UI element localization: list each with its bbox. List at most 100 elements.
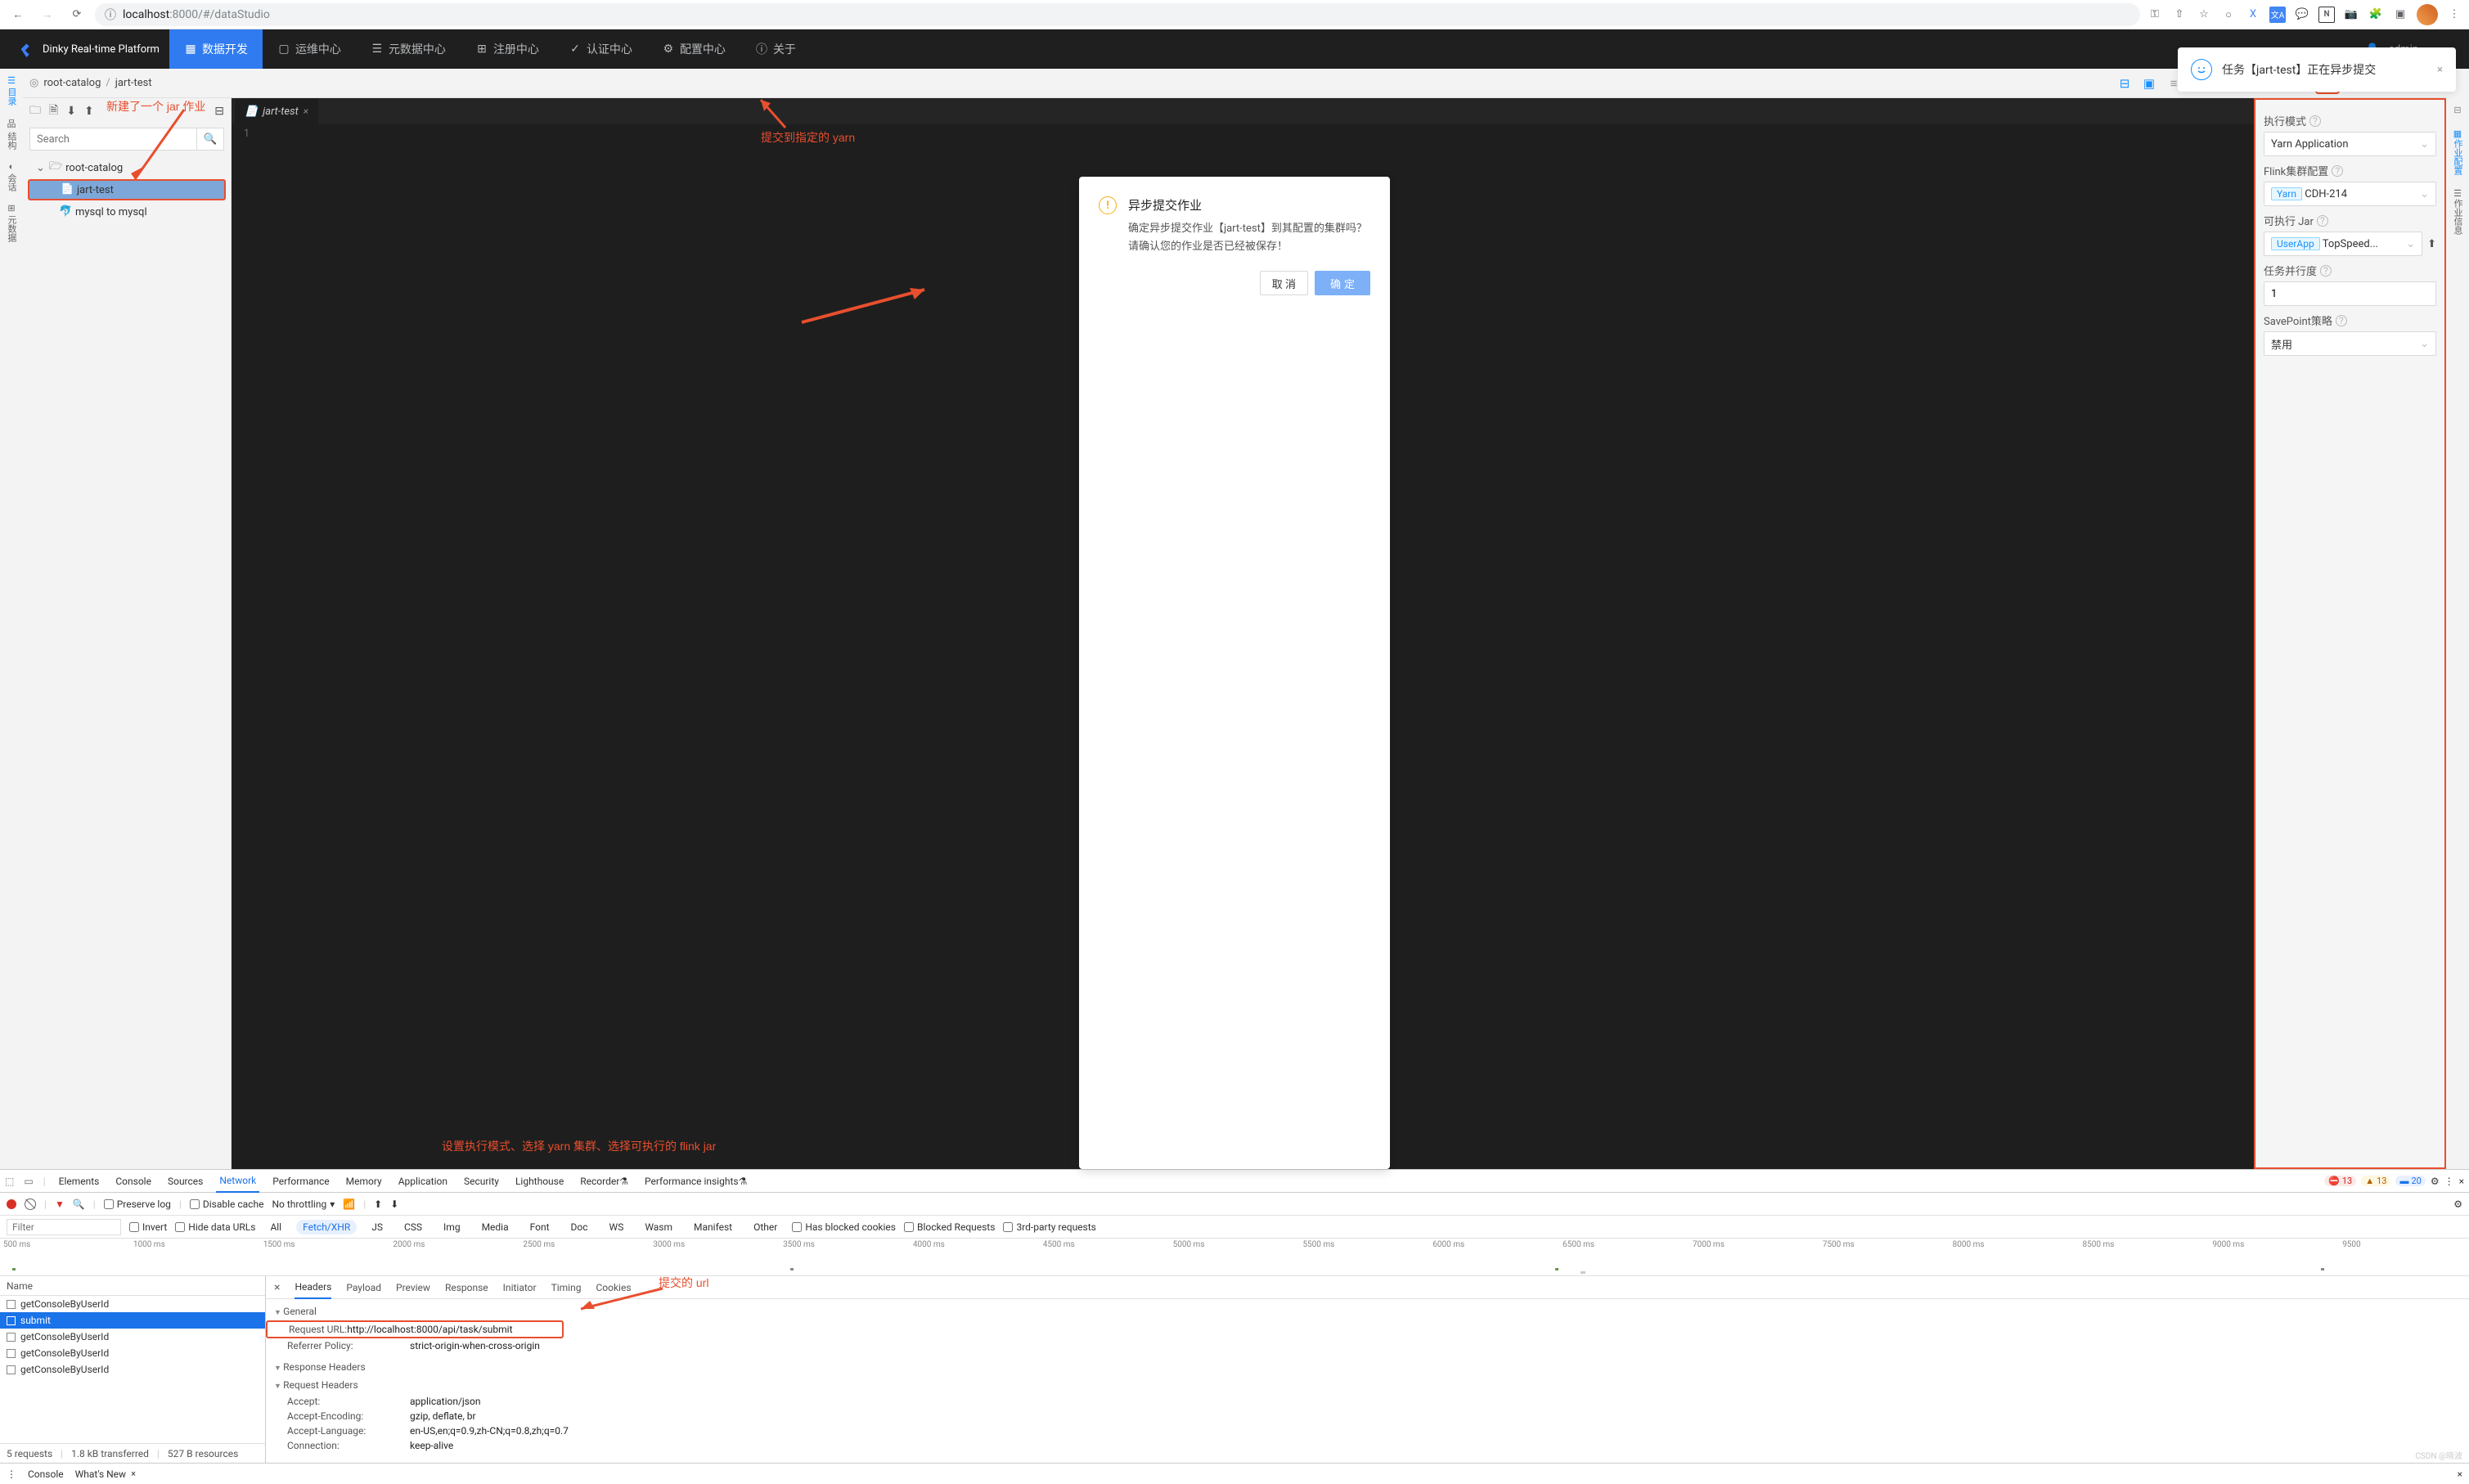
- dt-tab-sources[interactable]: Sources: [164, 1170, 206, 1193]
- nav-data-dev[interactable]: ▦数据开发: [169, 29, 263, 69]
- chrome-menu-icon[interactable]: ⋮: [2446, 7, 2462, 23]
- help-icon[interactable]: ?: [2320, 265, 2332, 277]
- site-info-icon[interactable]: ⓘ: [105, 7, 116, 23]
- dt-close-icon[interactable]: ×: [2459, 1176, 2464, 1187]
- detail-tab-cookies[interactable]: Cookies: [596, 1276, 631, 1299]
- share-icon[interactable]: ⇧: [2171, 7, 2188, 23]
- filter-input[interactable]: [7, 1219, 121, 1235]
- rail-catalog[interactable]: ☰目录: [5, 75, 18, 106]
- error-badge[interactable]: ⛔ 13: [2324, 1176, 2356, 1186]
- tree-search-button[interactable]: 🔍: [196, 128, 224, 151]
- help-icon[interactable]: ?: [2309, 115, 2321, 127]
- cluster-select[interactable]: Yarn CDH-214⌄: [2264, 182, 2436, 206]
- rail-structure[interactable]: 品结构: [5, 117, 18, 150]
- req-list-header[interactable]: Name: [0, 1276, 265, 1296]
- nav-config[interactable]: ⚙配置中心: [647, 29, 740, 69]
- tab-close-icon[interactable]: ×: [304, 106, 308, 117]
- type-other[interactable]: Other: [747, 1220, 784, 1234]
- dt-tab-recorder[interactable]: Recorder ⚗: [577, 1170, 632, 1193]
- request-row[interactable]: getConsoleByUserId: [0, 1296, 265, 1312]
- notion-icon[interactable]: N: [2318, 7, 2335, 23]
- timeline[interactable]: 500 ms1000 ms1500 ms2000 ms2500 ms3000 m…: [0, 1239, 2469, 1276]
- parallel-input[interactable]: [2264, 281, 2436, 306]
- rail-metadata[interactable]: ⊞元数据: [5, 203, 18, 242]
- nav-ops[interactable]: ▢运维中心: [263, 29, 356, 69]
- section-response-headers[interactable]: Response Headers: [266, 1358, 2469, 1376]
- jar-select[interactable]: UserApp TopSpeed...⌄: [2264, 232, 2422, 256]
- nav-metadata[interactable]: ☰元数据中心: [356, 29, 461, 69]
- dt-settings-icon[interactable]: ⚙: [2431, 1176, 2440, 1187]
- bookmark-icon[interactable]: ☆: [2196, 7, 2212, 23]
- rail-job-info[interactable]: ☰作业信息: [2451, 188, 2464, 235]
- inspect-icon[interactable]: ⬚: [5, 1176, 14, 1187]
- net-settings-icon[interactable]: ⚙: [2453, 1198, 2462, 1210]
- type-wasm[interactable]: Wasm: [638, 1220, 679, 1234]
- reload-button[interactable]: ⟳: [65, 3, 88, 26]
- request-row[interactable]: getConsoleByUserId: [0, 1345, 265, 1361]
- type-fetch-xhr[interactable]: Fetch/XHR: [296, 1220, 357, 1234]
- type-manifest[interactable]: Manifest: [687, 1220, 739, 1234]
- request-row[interactable]: getConsoleByUserId: [0, 1361, 265, 1378]
- ext2-icon[interactable]: X: [2245, 7, 2261, 23]
- breadcrumb-current[interactable]: jart-test: [115, 77, 152, 89]
- dt-tab-console[interactable]: Console: [112, 1170, 155, 1193]
- request-row[interactable]: submit: [0, 1312, 265, 1329]
- breadcrumb-root[interactable]: root-catalog: [43, 77, 101, 89]
- hide-data-checkbox[interactable]: Hide data URLs: [175, 1221, 255, 1233]
- help-icon[interactable]: ?: [2317, 215, 2328, 227]
- tree-item-mysql[interactable]: 🐬 mysql to mysql: [23, 201, 231, 223]
- detail-tab-payload[interactable]: Payload: [346, 1276, 381, 1299]
- drawer-menu-icon[interactable]: ⋮: [7, 1468, 16, 1480]
- type-media[interactable]: Media: [475, 1220, 515, 1234]
- rail-job-config[interactable]: ▦作业配置: [2451, 128, 2464, 175]
- detail-tab-response[interactable]: Response: [445, 1276, 488, 1299]
- preserve-log-checkbox[interactable]: Preserve log: [104, 1198, 171, 1210]
- address-bar[interactable]: ⓘ localhost:8000/#/dataStudio: [95, 3, 2140, 26]
- upload-har-icon[interactable]: ⬆: [374, 1198, 382, 1210]
- clear-button[interactable]: [25, 1198, 36, 1210]
- dt-menu-icon[interactable]: ⋮: [2444, 1176, 2454, 1187]
- type-js[interactable]: JS: [365, 1220, 389, 1234]
- editor-tab-jart-test[interactable]: 📄 jart-test ×: [235, 98, 318, 124]
- drawer-close-icon[interactable]: ×: [2458, 1468, 2462, 1480]
- type-font[interactable]: Font: [524, 1220, 556, 1234]
- wifi-icon[interactable]: 📶: [343, 1198, 355, 1210]
- upload-icon[interactable]: ⬇: [66, 105, 76, 118]
- detail-tab-headers[interactable]: Headers: [295, 1276, 331, 1299]
- nav-about[interactable]: ⓘ关于: [740, 29, 811, 69]
- type-ws[interactable]: WS: [603, 1220, 631, 1234]
- savepoint-select[interactable]: 禁用⌄: [2264, 331, 2436, 356]
- drawer-console[interactable]: Console: [28, 1468, 64, 1480]
- blocked-cookies-checkbox[interactable]: Has blocked cookies: [792, 1221, 896, 1233]
- tree-search-input[interactable]: [29, 128, 196, 151]
- device-icon[interactable]: ▭: [24, 1176, 33, 1187]
- help-icon[interactable]: ?: [2332, 165, 2343, 177]
- tree-root-node[interactable]: ⌄🗁 root-catalog: [23, 157, 231, 178]
- dt-tab-lighthouse[interactable]: Lighthouse: [512, 1170, 567, 1193]
- drawer-whatsnew[interactable]: What's New ×: [75, 1468, 136, 1480]
- type-all[interactable]: All: [263, 1220, 288, 1234]
- collapse-icon[interactable]: ⊟: [214, 105, 224, 118]
- new-folder-icon[interactable]: 🗀: [29, 101, 41, 121]
- download-har-icon[interactable]: ⬇: [390, 1198, 398, 1210]
- export-icon[interactable]: ▣: [2142, 76, 2156, 91]
- exec-mode-select[interactable]: Yarn Application⌄: [2264, 132, 2436, 156]
- info-badge[interactable]: ▬ 20: [2395, 1176, 2425, 1186]
- key-icon[interactable]: ⚿: [2147, 7, 2163, 23]
- detail-tab-preview[interactable]: Preview: [396, 1276, 430, 1299]
- type-img[interactable]: Img: [437, 1220, 467, 1234]
- filter-toggle-icon[interactable]: ▼: [55, 1198, 65, 1210]
- cancel-button[interactable]: 取 消: [1260, 271, 1308, 295]
- jar-upload-icon[interactable]: ⬆: [2427, 238, 2436, 250]
- tree-item-jart-test[interactable]: 📄 jart-test: [28, 179, 226, 200]
- record-button[interactable]: [7, 1199, 16, 1209]
- dt-tab-network[interactable]: Network: [216, 1170, 259, 1193]
- detail-tab-timing[interactable]: Timing: [551, 1276, 582, 1299]
- help-icon[interactable]: ?: [2336, 315, 2347, 326]
- dt-tab-memory[interactable]: Memory: [343, 1170, 385, 1193]
- new-file-icon[interactable]: 🗎: [49, 101, 58, 121]
- dt-tab-elements[interactable]: Elements: [56, 1170, 103, 1193]
- app-logo[interactable]: Dinky Real-time Platform: [10, 41, 169, 57]
- rail-session[interactable]: ◐会话: [5, 161, 18, 191]
- nav-auth[interactable]: ✓认证中心: [554, 29, 647, 69]
